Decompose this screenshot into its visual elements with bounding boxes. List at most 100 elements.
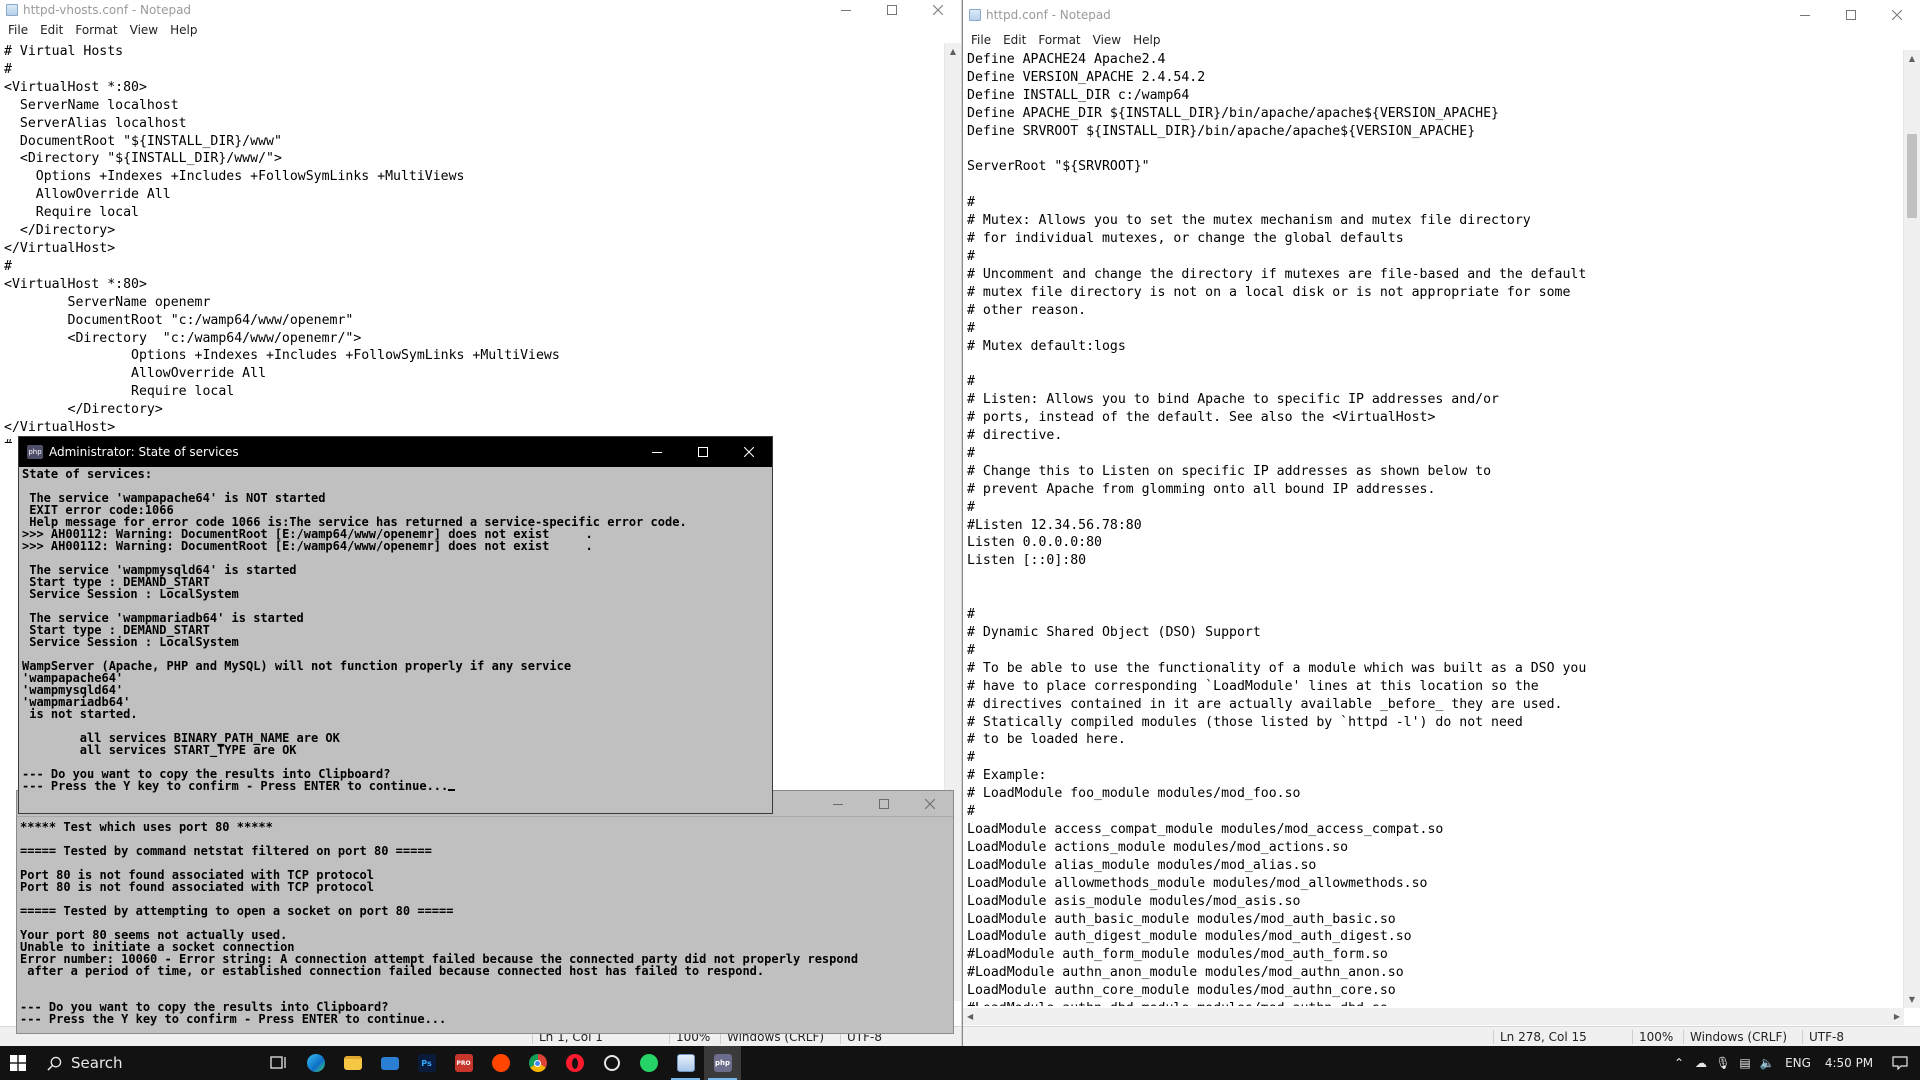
menu-help[interactable]: Help	[1127, 33, 1166, 47]
menu-view[interactable]: View	[124, 23, 164, 37]
vhosts-text-line: Require local	[4, 384, 235, 400]
mail-icon	[380, 1056, 399, 1070]
minimize-button[interactable]	[634, 437, 680, 467]
steam-icon	[603, 1055, 620, 1071]
state-console-title-bar[interactable]: php Administrator: State of services	[19, 437, 772, 467]
menu-file[interactable]: File	[2, 23, 34, 37]
menu-format[interactable]: Format	[1032, 33, 1086, 47]
scroll-down-arrow-icon[interactable]: ▼	[1904, 991, 1920, 1008]
minimize-button[interactable]	[823, 0, 869, 20]
close-button[interactable]	[1874, 0, 1920, 30]
close-button[interactable]	[726, 437, 772, 467]
close-button[interactable]	[915, 0, 961, 20]
menu-edit[interactable]: Edit	[997, 33, 1032, 47]
opera-icon	[565, 1054, 584, 1072]
reddit-taskbar-button[interactable]	[482, 1046, 519, 1080]
vhosts-text-line: Require local	[4, 205, 139, 221]
edge-taskbar-button[interactable]	[297, 1046, 334, 1080]
speaker-icon[interactable]: 🔈	[1756, 1046, 1778, 1080]
httpd-text-line: Define VERSION_APACHE 2.4.54.2	[967, 69, 1206, 85]
httpd-title-bar[interactable]: httpd.conf - Notepad	[963, 0, 1920, 30]
state-console-line: Service Session : LocalSystem	[22, 635, 239, 649]
vhosts-menu-bar: File Edit Format View Help	[0, 20, 961, 40]
microphone-icon[interactable]: 🎙	[1712, 1046, 1734, 1080]
httpd-text-line: # directives contained in it are actuall…	[967, 696, 1563, 712]
line-ending: Windows (CRLF)	[1683, 1030, 1787, 1044]
httpd-text-line: #	[967, 445, 975, 461]
photoshop-taskbar-button[interactable]: Ps	[408, 1046, 445, 1080]
state-console-line: >>> AH00112: Warning: DocumentRoot [E:/w…	[22, 539, 593, 553]
network-icon[interactable]: ▤	[1734, 1046, 1756, 1080]
maximize-button[interactable]	[680, 437, 726, 467]
chrome-taskbar-button[interactable]	[519, 1046, 556, 1080]
clock[interactable]: 4:50 PM	[1818, 1056, 1880, 1070]
encoding: UTF-8	[1802, 1030, 1844, 1044]
vertical-scrollbar[interactable]: ▲ ▼	[1903, 50, 1920, 1008]
menu-view[interactable]: View	[1087, 33, 1127, 47]
httpd-text-line: # directive.	[967, 428, 1063, 444]
state-console-line: 'wampapache64'	[22, 671, 124, 685]
port-console-line: ***** Test which uses port 80 *****	[20, 821, 273, 834]
state-console-line: is not started.	[22, 707, 138, 721]
state-of-services-console-window[interactable]: php Administrator: State of services Sta…	[18, 436, 773, 814]
task-view-button[interactable]	[260, 1046, 297, 1080]
port-test-console-window[interactable]: ***** Test which uses port 80 ***** ====…	[16, 790, 954, 1034]
menu-edit[interactable]: Edit	[34, 23, 69, 37]
httpd-text-line: #	[967, 642, 975, 658]
cursor-position: Ln 278, Col 15	[1493, 1030, 1587, 1044]
minimize-button[interactable]	[815, 791, 861, 816]
vhosts-text-line: </VirtualHost>	[4, 420, 116, 436]
steam-taskbar-button[interactable]	[593, 1046, 630, 1080]
wampserver-console-taskbar-button[interactable]: php	[704, 1046, 741, 1080]
state-console-line: WampServer (Apache, PHP and MySQL) will …	[22, 659, 572, 673]
menu-file[interactable]: File	[965, 33, 997, 47]
maximize-button[interactable]	[869, 0, 915, 20]
notepad-taskbar-button[interactable]	[667, 1046, 704, 1080]
httpd-text-line: # ports, instead of the default. See als…	[967, 410, 1436, 426]
close-button[interactable]	[907, 791, 953, 816]
input-language[interactable]: ENG	[1778, 1056, 1818, 1070]
vhosts-text-line: <Directory "${INSTALL_DIR}/www/">	[4, 151, 282, 167]
scroll-up-arrow-icon[interactable]: ▲	[1904, 50, 1920, 67]
notepad-icon	[6, 4, 18, 16]
vhosts-text-line: ServerName localhost	[4, 97, 179, 113]
taskbar-search[interactable]: Search	[36, 1046, 260, 1080]
horizontal-scrollbar[interactable]: ◀ ▶	[963, 1008, 1904, 1025]
vhosts-title-bar[interactable]: httpd-vhosts.conf - Notepad	[0, 0, 961, 20]
red-app-taskbar-button[interactable]: PRO	[445, 1046, 482, 1080]
port-console-line: ===== Tested by attempting to open a soc…	[20, 904, 454, 918]
cloud-sync-icon[interactable]: ☁	[1690, 1046, 1712, 1080]
chevron-up-icon[interactable]: ⌃	[1668, 1046, 1690, 1080]
port-console-line	[20, 977, 953, 989]
httpd-text-line: LoadModule alias_module modules/mod_alia…	[967, 857, 1317, 873]
maximize-button[interactable]	[1828, 0, 1874, 30]
httpd-text-line: #	[967, 320, 975, 336]
opera-taskbar-button[interactable]	[556, 1046, 593, 1080]
vhosts-text-line: Options +Indexes +Includes +FollowSymLin…	[4, 348, 560, 364]
httpd-text-line: # other reason.	[967, 302, 1087, 318]
scroll-right-arrow-icon[interactable]: ▶	[1894, 1012, 1900, 1021]
scroll-thumb[interactable]	[1907, 134, 1917, 218]
vhosts-text-area[interactable]: # Virtual Hosts # <VirtualHost *:80> Serve…	[4, 43, 943, 443]
httpd-text-line	[967, 355, 1902, 373]
whatsapp-taskbar-button[interactable]	[630, 1046, 667, 1080]
httpd-text-line: Define APACHE_DIR ${INSTALL_DIR}/bin/apa…	[967, 105, 1499, 121]
state-console-line: --- Press the Y key to confirm - Press E…	[22, 780, 772, 792]
notepad-icon	[676, 1054, 695, 1072]
httpd-text-line: #	[967, 374, 975, 390]
wampserver-console-icon: php	[27, 445, 43, 459]
maximize-button[interactable]	[861, 791, 907, 816]
httpd-text-line: #	[967, 750, 975, 766]
mail-taskbar-button[interactable]	[371, 1046, 408, 1080]
notification-center-button[interactable]	[1880, 1046, 1920, 1080]
scroll-up-arrow-icon[interactable]: ▲	[945, 43, 961, 60]
httpd-text-line: Listen [::0]:80	[967, 553, 1087, 569]
httpd-text-area[interactable]: Define APACHE24 Apache2.4 Define VERSION_…	[967, 51, 1902, 1006]
file-explorer-taskbar-button[interactable]	[334, 1046, 371, 1080]
menu-format[interactable]: Format	[69, 23, 123, 37]
start-button[interactable]	[0, 1046, 36, 1080]
scroll-left-arrow-icon[interactable]: ◀	[967, 1012, 973, 1021]
minimize-button[interactable]	[1782, 0, 1828, 30]
menu-help[interactable]: Help	[164, 23, 203, 37]
httpd-notepad-window[interactable]: httpd.conf - Notepad File Edit Format Vi…	[962, 0, 1920, 1046]
